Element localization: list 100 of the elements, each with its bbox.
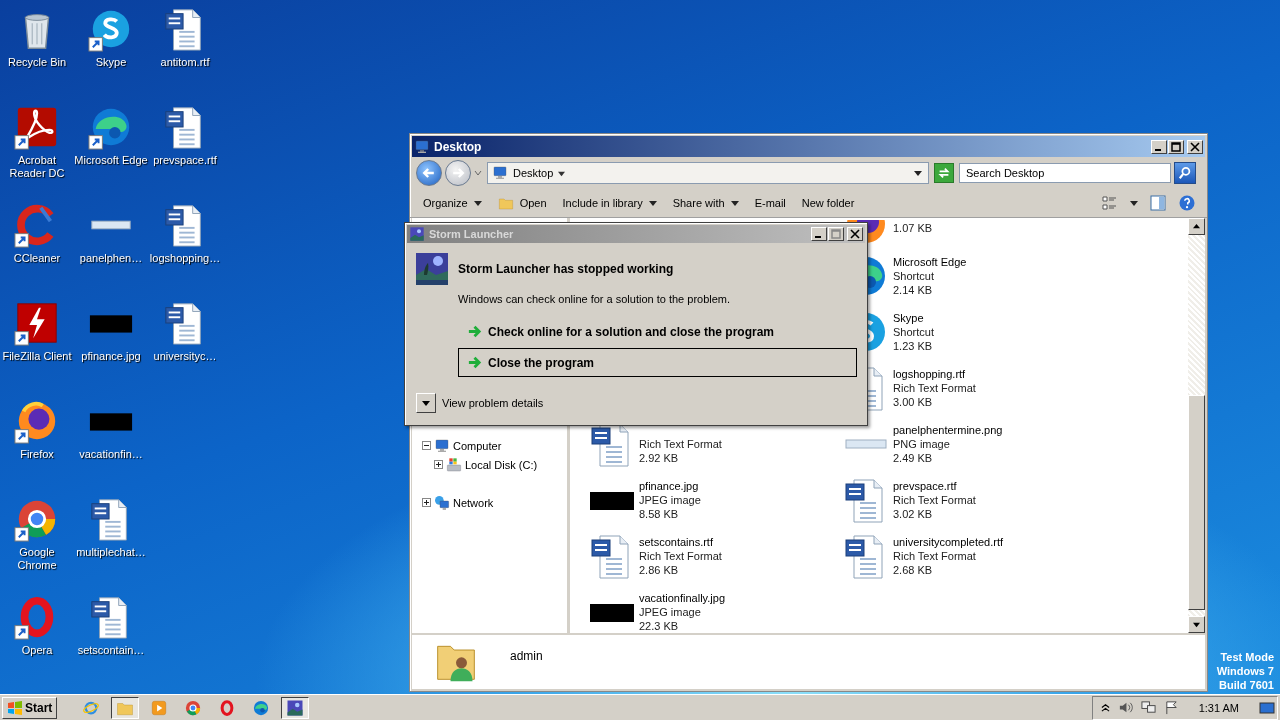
icon-label[interactable]: Opera [21,644,53,657]
folder-icon [497,195,514,211]
forward-button[interactable] [445,160,471,186]
icon-label[interactable]: CCleaner [13,252,61,265]
file-size: 1.23 KB [893,339,934,353]
computer-icon [434,437,450,454]
file-name[interactable]: setscontains.rtf [639,535,722,549]
file-size: 1.07 KB [893,221,933,235]
toolbar-button[interactable]: Open [490,192,554,214]
expand-button[interactable] [416,393,436,413]
caret-icon[interactable] [474,169,482,177]
media-player-icon [150,698,169,717]
toolbar-button[interactable]: Include in library [555,194,664,212]
toolbar-button[interactable]: E-mail [747,194,793,212]
expander-icon[interactable] [422,498,431,507]
file-type: Shortcut [893,325,934,339]
close-button[interactable] [847,227,863,241]
app-icon [409,226,425,242]
scroll-up-button[interactable] [1188,218,1205,235]
network-icon[interactable] [1140,700,1156,715]
icon-label[interactable]: panelphen… [79,252,143,265]
computer-icon [492,165,508,181]
file-name[interactable]: Skype [893,311,934,325]
icon-label[interactable]: Acrobat Reader DC [0,154,74,180]
nav-item[interactable]: Computer [453,439,502,452]
file-name[interactable]: panelphentermine.png [893,423,1003,437]
refresh-button[interactable] [934,163,954,183]
maximize-button[interactable] [1168,139,1184,154]
search-button[interactable] [1174,162,1196,184]
minimize-button[interactable] [1151,139,1167,154]
close-icon [850,229,860,239]
file-size: 22.3 KB [639,619,680,633]
app-icon[interactable] [14,300,60,346]
disk-drive-icon [446,456,462,473]
file-name[interactable]: universitycompleted.rtf [893,535,1004,549]
icon-label[interactable]: pfinance.jpg [81,350,141,363]
scrollbar-thumb[interactable] [1188,395,1205,610]
minimize-button[interactable] [811,227,827,241]
icon-label[interactable]: vacationfin… [79,448,143,461]
forward-arrow-icon [450,165,466,181]
icon-label[interactable]: setscontain… [77,644,145,657]
file-name[interactable]: Microsoft Edge [893,255,967,269]
command-link[interactable]: Close the program [458,348,857,377]
caret-icon [558,169,566,177]
toolbar-button[interactable]: Organize [416,194,489,212]
expander-icon[interactable] [422,441,431,450]
icon-label[interactable]: Recycle Bin [7,56,67,69]
nav-item[interactable]: Local Disk (C:) [465,458,538,471]
icon-label[interactable]: multiplechat… [76,546,146,559]
down-arrow-icon [422,399,430,407]
file-type: Shortcut [893,269,935,283]
icon-label[interactable]: FileZilla Client [2,350,72,363]
close-button[interactable] [1187,139,1203,154]
browser-icon [184,698,203,717]
command-link[interactable]: Check online for a solution and close the program [458,317,857,346]
search-icon [1178,166,1192,180]
start-button[interactable]: Start [2,696,58,719]
icon-label[interactable]: Firefox [20,448,54,461]
file-name[interactable]: logshopping.rtf [893,367,976,381]
search-field[interactable]: Search Desktop [959,163,1171,183]
back-arrow-icon [421,165,437,181]
file-name[interactable]: vacationfinally.jpg [639,591,725,605]
dropdown-icon[interactable] [914,169,922,177]
scroll-down-button[interactable] [1188,616,1205,633]
flag-icon[interactable] [1163,700,1179,715]
chevron-up-icon[interactable] [1100,703,1110,712]
file-type: Rich Text Format [639,437,722,451]
file-name[interactable]: pfinance.jpg [639,479,701,493]
watermark-text: Test Mode [1220,650,1274,664]
back-button[interactable] [416,160,442,186]
clock[interactable]: 1:31 AM [1198,701,1239,714]
details-toggle-label[interactable]: View problem details [442,397,544,409]
taskbar-button[interactable] [111,696,140,719]
toolbar-button[interactable]: Share with [665,194,746,212]
refresh-icon [937,166,951,180]
icon-label[interactable]: Microsoft Edge [74,154,148,167]
address-bar[interactable]: Desktop [487,162,929,184]
icon-label[interactable]: Google Chrome [0,546,74,572]
icon-label[interactable]: universityc… [153,350,217,363]
nav-item[interactable]: Network [453,496,494,509]
maximize-button[interactable] [828,227,844,241]
icon-label[interactable]: antitom.rtf [160,56,210,69]
file-size: 2.49 KB [893,451,934,465]
toolbar-button[interactable]: New folder [794,194,862,212]
expander-icon[interactable] [434,460,443,469]
scrollbar[interactable] [1188,218,1205,633]
speaker-icon[interactable] [1117,700,1133,715]
minimize-icon [815,236,821,238]
windows-flag-icon [7,699,23,716]
icon-label[interactable]: prevspace.rtf [153,154,217,167]
file-size: 3.02 KB [893,507,934,521]
icon-label[interactable]: Skype [95,56,127,69]
file-name[interactable]: prevspace.rtf [893,479,976,493]
file-size: 2.92 KB [639,451,680,465]
taskbar-button[interactable] [281,696,310,719]
file-size: 2.86 KB [639,563,680,577]
icon-label[interactable]: logshopping… [149,252,221,265]
watermark-text: Windows 7 [1216,664,1274,678]
arrow-icon [467,355,482,370]
watermark-text: Build 7601 [1218,678,1274,692]
